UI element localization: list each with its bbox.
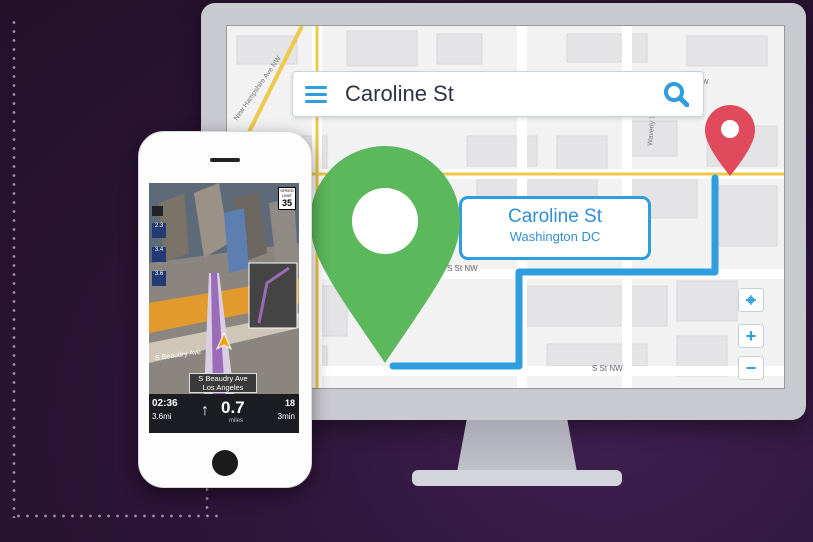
locate-button[interactable]: ⌖ [738,288,764,312]
search-bar[interactable]: Caroline St [292,71,704,117]
menu-icon[interactable] [305,82,327,107]
speed-limit-value: 35 [281,198,292,208]
street-label-s-st-2: S St NW [592,364,623,373]
monitor-neck [457,420,577,472]
search-input[interactable]: Caroline St [345,81,663,107]
right-info-bottom: 3min [277,412,295,421]
dotted-decoration-horizontal [14,514,224,518]
turn-distance: 0.7 [221,398,245,417]
right-info-top: 18 [284,398,295,408]
navigation-info-bar: 02:36 3.6mi ↑ 0.7 miles 18 3min [149,394,299,433]
zoom-out-button[interactable]: − [738,356,764,380]
search-icon[interactable] [663,81,689,107]
lane-indicator-2: 3.4 [152,247,166,262]
speed-limit-sign: SPEED LIMIT 35 [278,187,296,210]
monitor-base [412,470,622,486]
speed-limit-label: SPEED LIMIT [280,188,294,198]
phone-navigation-screen[interactable]: 2.3 3.4 3.6 SPEED LIMIT 35 S Beaudry Ave… [149,183,299,433]
zoom-in-button[interactable]: + [738,324,764,348]
street-sign-name: S Beaudry Ave [198,374,248,383]
turn-arrow-icon: ↑ [201,402,209,419]
lane-indicator-1: 2.3 [152,223,166,238]
start-pin-icon[interactable] [308,143,463,365]
phone-3d-map[interactable] [149,183,299,394]
callout-subtitle: Washington DC [509,229,601,244]
phone-home-button[interactable] [212,450,238,476]
lane-indicator-3: 3.6 [152,271,166,286]
callout-title: Caroline St [508,206,602,227]
turn-distance-units: miles [229,418,244,424]
location-callout[interactable]: Caroline St Washington DC [459,196,651,260]
remaining-distance: 3.6mi [152,412,172,421]
current-street-sign: S Beaudry Ave Los Angeles [189,373,257,393]
eta-time: 02:36 [152,398,178,409]
street-sign-city: Los Angeles [202,383,244,392]
dotted-decoration-vertical [12,18,16,518]
phone-speaker [210,158,240,162]
warning-icon [152,206,163,216]
